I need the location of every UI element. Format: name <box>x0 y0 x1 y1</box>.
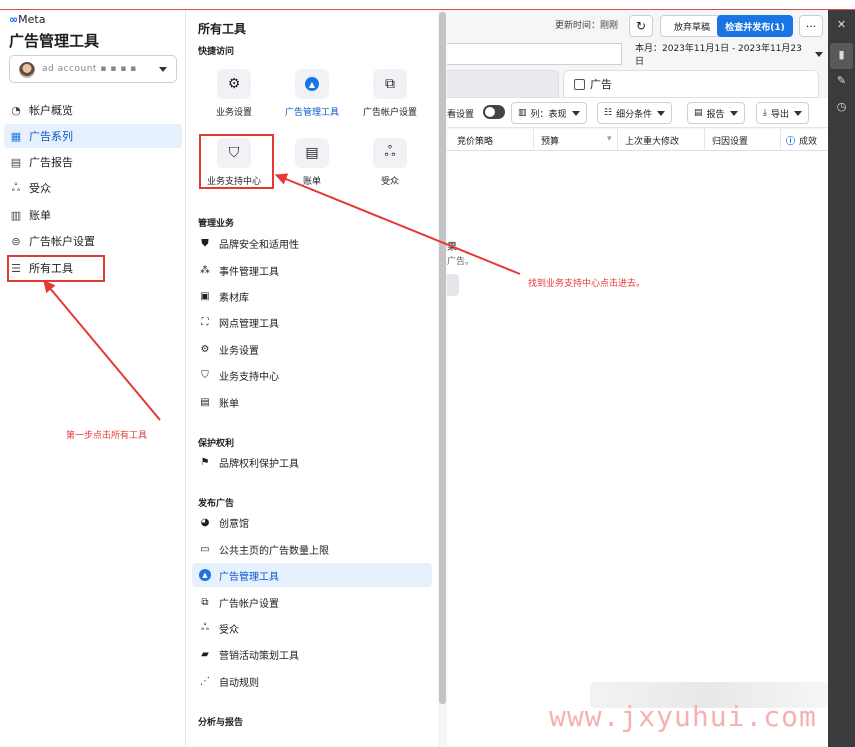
arrow-to-all-tools <box>43 280 161 421</box>
annotation-arrows <box>43 173 521 421</box>
arrow-to-business-support <box>274 173 521 275</box>
watermark: www.jxyuhui.com <box>549 700 817 733</box>
